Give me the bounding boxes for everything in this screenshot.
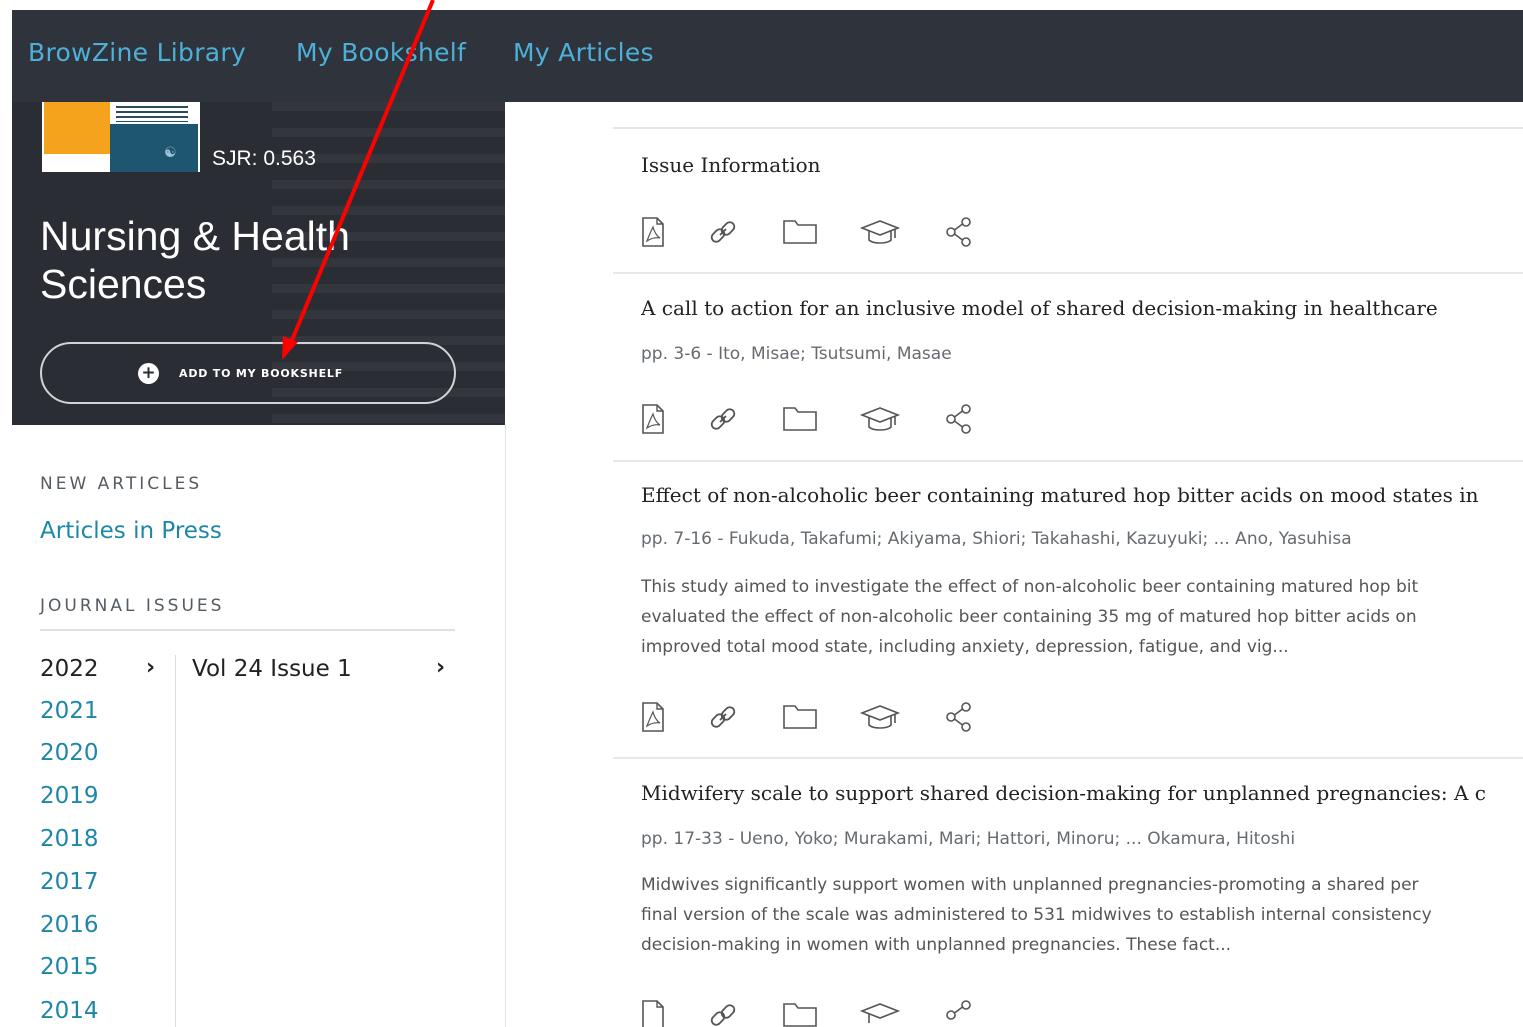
folder-icon[interactable] [782,216,818,246]
nav-my-bookshelf[interactable]: My Bookshelf [296,38,466,67]
year-2022[interactable]: 2022 [40,656,99,682]
graduation-cap-icon[interactable] [859,216,901,248]
nav-browzine-library[interactable]: BrowZine Library [28,38,246,67]
year-2015[interactable]: 2015 [40,954,99,980]
abstract-line: final version of the scale was administe… [641,905,1432,925]
year-2018[interactable]: 2018 [40,826,99,852]
graduation-cap-icon[interactable] [859,999,901,1027]
link-icon[interactable] [707,701,739,733]
years-column-divider [175,655,176,1027]
article-title[interactable]: Effect of non-alcoholic beer containing … [641,483,1523,507]
list-divider [613,272,1523,274]
journal-cover-thumbnail[interactable]: ☯ [42,102,200,172]
folder-icon[interactable] [782,403,818,433]
folder-icon[interactable] [782,999,818,1027]
share-icon[interactable] [943,403,975,435]
year-2014[interactable]: 2014 [40,998,99,1024]
article-meta: pp. 17-33 - Ueno, Yoko; Murakami, Mari; … [641,829,1296,849]
article-title[interactable]: Midwifery scale to support shared decisi… [641,781,1523,805]
issues-divider [40,629,455,631]
abstract-line: decision-making in women with unplanned … [641,935,1232,955]
chevron-right-icon: › [146,655,156,680]
pdf-icon[interactable] [640,403,666,435]
share-icon[interactable] [943,701,975,733]
link-icon[interactable] [707,216,739,248]
nav-my-articles[interactable]: My Articles [513,38,654,67]
add-to-bookshelf-button[interactable]: + ADD TO MY BOOKSHELF [40,342,456,404]
link-icon[interactable] [707,999,739,1027]
link-icon[interactable] [707,403,739,435]
cover-orange-block [44,102,110,154]
article-meta: pp. 3-6 - Ito, Misae; Tsutsumi, Masae [641,344,952,364]
sidebar-divider [505,425,506,1027]
year-2017[interactable]: 2017 [40,869,99,895]
issue-vol-24-issue-1[interactable]: Vol 24 Issue 1 [192,656,352,682]
list-divider [613,127,1523,129]
cover-emblem-icon: ☯ [164,145,177,161]
article-abstract: Midwives significantly support women wit… [641,870,1523,960]
sjr-score: SJR: 0.563 [212,147,316,170]
year-2019[interactable]: 2019 [40,783,99,809]
article-meta: pp. 7-16 - Fukuda, Takafumi; Akiyama, Sh… [641,529,1352,549]
chevron-right-icon: › [436,655,446,680]
graduation-cap-icon[interactable] [859,701,901,733]
article-abstract: This study aimed to investigate the effe… [641,572,1523,662]
share-icon[interactable] [943,999,975,1027]
graduation-cap-icon[interactable] [859,403,901,435]
cover-blue-block [110,124,198,172]
journal-issues-heading: JOURNAL ISSUES [40,596,225,616]
abstract-line: evaluated the effect of non-alcoholic be… [641,607,1417,627]
plus-icon: + [138,363,159,384]
journal-header: ☯ SJR: 0.563 Nursing & Health Sciences +… [12,102,505,425]
list-divider [613,757,1523,759]
abstract-line: Midwives significantly support women wit… [641,875,1419,895]
folder-icon[interactable] [782,701,818,731]
journal-title: Nursing & Health Sciences [40,213,350,307]
articles-in-press-link[interactable]: Articles in Press [40,518,222,544]
new-articles-heading: NEW ARTICLES [40,474,203,494]
year-2020[interactable]: 2020 [40,740,99,766]
list-divider [613,460,1523,462]
cover-text-lines [116,106,188,122]
year-2021[interactable]: 2021 [40,698,99,724]
abstract-line: This study aimed to investigate the effe… [641,577,1419,597]
top-navigation-bar: BrowZine Library My Bookshelf My Article… [12,10,1523,102]
pdf-icon[interactable] [640,999,666,1027]
add-to-bookshelf-label: ADD TO MY BOOKSHELF [179,367,344,380]
article-title[interactable]: Issue Information [641,153,1523,177]
pdf-icon[interactable] [640,701,666,733]
abstract-line: improved total mood state, including anx… [641,637,1289,657]
article-title[interactable]: A call to action for an inclusive model … [641,296,1523,320]
pdf-icon[interactable] [640,216,666,248]
year-2016[interactable]: 2016 [40,912,99,938]
share-icon[interactable] [943,216,975,248]
